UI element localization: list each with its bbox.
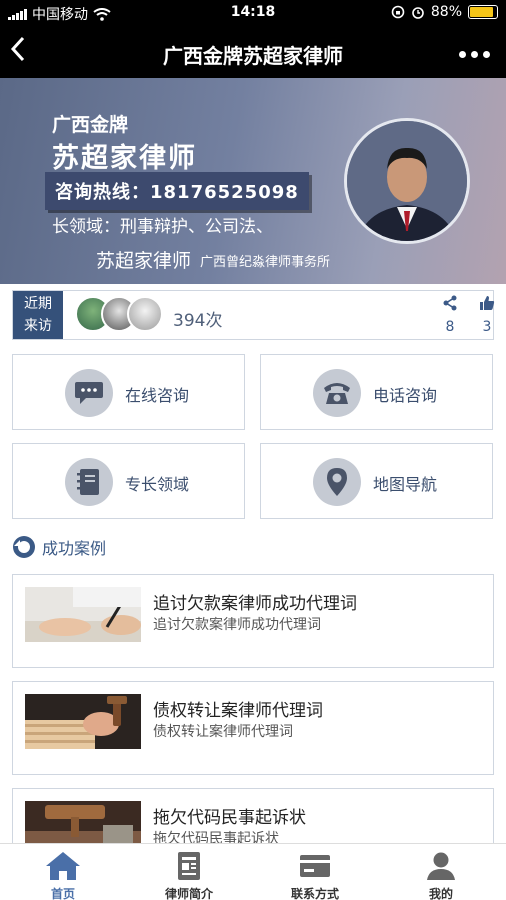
- status-bar: 中国移动 14:18 88%: [0, 0, 506, 26]
- map-navigation-label: 地图导航: [373, 475, 438, 494]
- visitor-avatar: [127, 296, 163, 332]
- alarm-icon: [412, 7, 424, 19]
- lawyer-portrait: [344, 118, 470, 244]
- recent-visits-bar: 近期 来访 394次 8 3: [12, 290, 495, 340]
- share-count: 8: [445, 319, 455, 335]
- case-thumbnail: [25, 587, 141, 642]
- online-consult-button[interactable]: 在线咨询: [12, 354, 245, 430]
- specialty-text: 长领域：刑事辩护、公司法、: [52, 217, 273, 237]
- tab-contact[interactable]: 联系方式: [252, 844, 378, 900]
- tab-home[interactable]: 首页: [0, 844, 126, 900]
- banner-name: 苏超家律师: [52, 143, 197, 174]
- case-title: 债权转让案律师代理词: [153, 701, 323, 721]
- expertise-label: 专长领域: [125, 475, 190, 494]
- tab-home-label: 首页: [50, 887, 75, 900]
- navigation-bar: 广西金牌苏超家律师: [0, 26, 506, 78]
- tab-mine[interactable]: 我的: [378, 844, 504, 900]
- battery-icon: [468, 5, 498, 19]
- thumbs-up-icon: [480, 296, 495, 310]
- tab-lawyer-profile-label: 律师简介: [164, 887, 213, 900]
- home-icon: [46, 852, 80, 880]
- section-icon: [13, 536, 35, 558]
- case-subtitle: 追讨欠款案律师成功代理词: [153, 617, 321, 633]
- profile-banner: 广西金牌 苏超家律师 咨询热线：18176525098 长领域：刑事辩护、公司法…: [0, 78, 506, 284]
- telephone-icon: [313, 369, 361, 417]
- section-title: 成功案例: [42, 539, 107, 558]
- banner-subtitle: 广西金牌: [52, 114, 129, 136]
- map-navigation-button[interactable]: 地图导航: [260, 443, 493, 519]
- case-title: 追讨欠款案律师成功代理词: [153, 594, 357, 614]
- case-title: 拖欠代码民事起诉状: [153, 808, 306, 828]
- hotline-label[interactable]: 咨询热线：18176525098: [45, 172, 309, 210]
- like-button[interactable]: 3: [475, 295, 499, 335]
- bottom-tab-bar: 首页 律师简介 联系方式 我的: [0, 843, 506, 900]
- notebook-icon: [65, 458, 113, 506]
- user-icon: [427, 852, 455, 880]
- visitor-avatars[interactable]: [75, 296, 163, 332]
- share-icon: [443, 295, 457, 311]
- success-cases-header: 成功案例: [12, 535, 106, 559]
- case-thumbnail: [25, 694, 141, 749]
- rotation-lock-icon: [391, 5, 405, 19]
- case-subtitle: 债权转让案律师代理词: [153, 724, 293, 740]
- share-button[interactable]: 8: [438, 295, 462, 335]
- phone-consult-button[interactable]: 电话咨询: [260, 354, 493, 430]
- law-firm-name: 广西曾纪淼律师事务所: [200, 255, 331, 270]
- page-title: 广西金牌苏超家律师: [163, 44, 343, 68]
- battery-percent: 88%: [430, 4, 462, 20]
- phone-consult-label: 电话咨询: [373, 386, 438, 405]
- tab-lawyer-profile[interactable]: 律师简介: [126, 844, 252, 900]
- lawyer-name: 苏超家律师: [96, 250, 192, 272]
- case-item[interactable]: 债权转让案律师代理词 债权转让案律师代理词: [12, 681, 494, 775]
- recent-visits-label: 近期 来访: [13, 291, 63, 339]
- recent-visits-label-line1: 近期: [24, 296, 52, 312]
- expertise-button[interactable]: 专长领域: [12, 443, 245, 519]
- case-item[interactable]: 追讨欠款案律师成功代理词 追讨欠款案律师成功代理词: [12, 574, 494, 668]
- visit-count: 394次: [173, 311, 223, 331]
- profile-doc-icon: [178, 852, 200, 880]
- chat-bubble-icon: [65, 369, 113, 417]
- more-dots-icon[interactable]: [459, 51, 490, 58]
- tab-contact-label: 联系方式: [290, 887, 339, 900]
- contact-card-icon: [300, 855, 330, 877]
- online-consult-label: 在线咨询: [125, 386, 190, 405]
- recent-visits-label-line2: 来访: [24, 318, 52, 334]
- like-count: 3: [482, 319, 492, 335]
- tab-mine-label: 我的: [428, 887, 453, 900]
- map-pin-icon: [313, 458, 361, 506]
